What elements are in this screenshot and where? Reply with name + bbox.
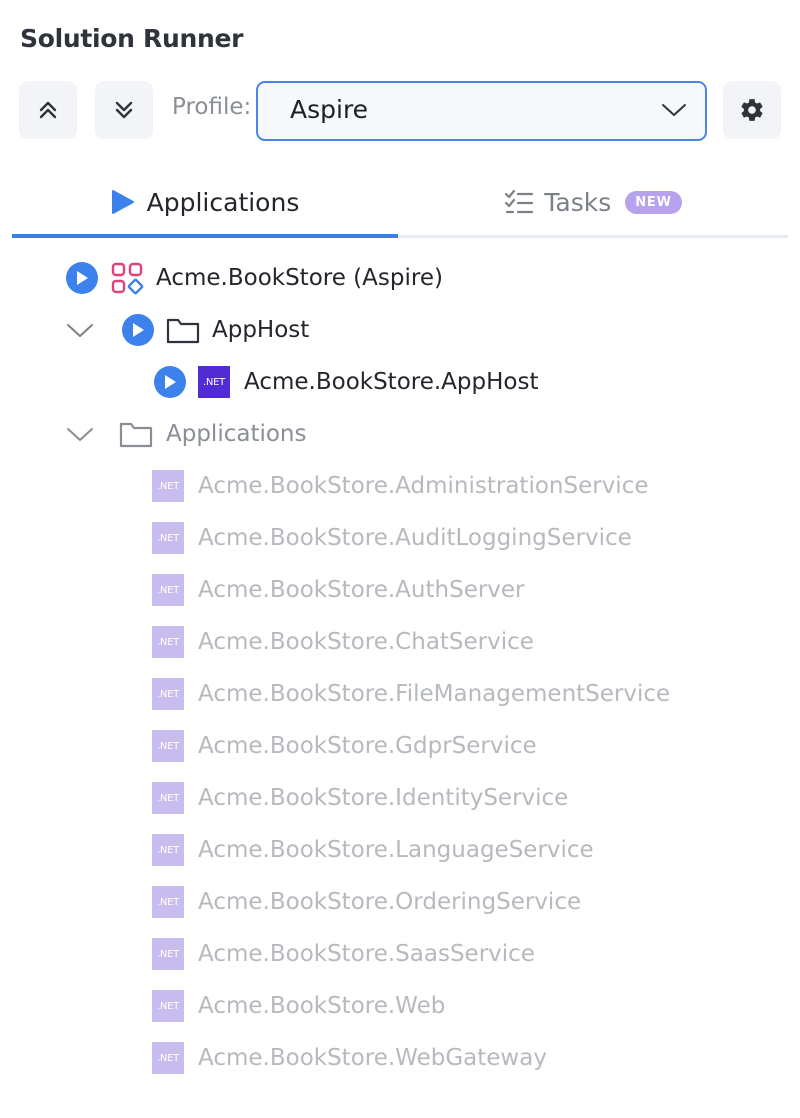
folder-icon [166,318,200,344]
dotnet-icon: .NET [152,522,184,554]
tree-item-apphost-folder[interactable]: AppHost [122,310,309,350]
double-chevron-down-icon [115,101,133,119]
list-item[interactable]: .NET Acme.BookStore.AuditLoggingService [152,518,632,558]
tree-item-label: AppHost [212,317,310,343]
tab-tasks[interactable]: Tasks NEW [398,170,788,234]
chevron-down-icon [662,104,686,116]
run-button[interactable] [154,366,186,398]
dotnet-icon: .NET [198,366,230,398]
dotnet-icon: .NET [152,626,184,658]
dotnet-icon: .NET [152,782,184,814]
tab-divider [398,235,788,238]
profile-select[interactable]: Aspire [256,81,707,141]
list-item[interactable]: .NET Acme.BookStore.AuthServer [152,570,525,610]
list-item-label: Acme.BookStore.FileManagementService [198,681,671,707]
list-item-label: Acme.BookStore.OrderingService [198,889,582,915]
run-button[interactable] [66,262,98,294]
play-icon [111,190,134,214]
dotnet-icon: .NET [152,678,184,710]
dotnet-icon: .NET [152,886,184,918]
list-item-label: Acme.BookStore.AdministrationService [198,473,649,499]
new-badge: NEW [625,190,682,214]
list-item[interactable]: .NET Acme.BookStore.OrderingService [152,882,581,922]
checklist-icon [505,189,534,214]
list-item[interactable]: .NET Acme.BookStore.SaasService [152,934,535,974]
tree-item-root[interactable]: Acme.BookStore (Aspire) [66,258,443,298]
list-item-label: Acme.BookStore.WebGateway [198,1045,547,1071]
profile-label: Profile: [172,94,252,120]
dotnet-icon: .NET [152,938,184,970]
play-icon [133,323,144,337]
list-item[interactable]: .NET Acme.BookStore.LanguageService [152,830,594,870]
dotnet-icon: .NET [152,470,184,502]
list-item[interactable]: .NET Acme.BookStore.IdentityService [152,778,568,818]
play-icon [77,271,88,285]
profile-select-value: Aspire [290,95,369,124]
list-item-label: Acme.BookStore.SaasService [198,941,535,967]
dotnet-icon: .NET [152,834,184,866]
list-item-label: Acme.BookStore.AuthServer [198,577,525,603]
dotnet-icon: .NET [152,990,184,1022]
chevron-down-icon[interactable] [66,322,94,340]
list-item-label: Acme.BookStore.Web [198,993,446,1019]
list-item[interactable]: .NET Acme.BookStore.Web [152,986,445,1026]
tab-applications-label: Applications [146,187,300,217]
list-item-label: Acme.BookStore.ChatService [198,629,534,655]
list-item-label: Acme.BookStore.LanguageService [198,837,594,863]
list-item-label: Acme.BookStore.AuditLoggingService [198,525,632,551]
tree-item-applications-folder[interactable]: Applications [119,414,307,454]
dotnet-icon: .NET [152,574,184,606]
collapse-all-button[interactable] [19,81,77,139]
panel-title: Solution Runner [20,24,244,53]
tab-applications[interactable]: Applications [12,170,398,234]
tree-item-label: Acme.BookStore.AppHost [244,369,539,395]
settings-button[interactable] [723,81,781,139]
list-item-label: Acme.BookStore.IdentityService [198,785,569,811]
list-item[interactable]: .NET Acme.BookStore.FileManagementServic… [152,674,670,714]
tree-item-label: Acme.BookStore (Aspire) [156,265,443,291]
list-item[interactable]: .NET Acme.BookStore.ChatService [152,622,534,662]
dotnet-icon: .NET [152,730,184,762]
list-item[interactable]: .NET Acme.BookStore.GdprService [152,726,537,766]
list-item[interactable]: .NET Acme.BookStore.AdministrationServic… [152,466,649,506]
expand-all-button[interactable] [95,81,153,139]
active-tab-indicator [12,234,398,238]
gear-icon [741,99,763,121]
dotnet-icon: .NET [152,1042,184,1074]
run-button[interactable] [122,314,154,346]
double-chevron-up-icon [39,101,57,119]
list-item[interactable]: .NET Acme.BookStore.WebGateway [152,1038,547,1078]
list-item-label: Acme.BookStore.GdprService [198,733,537,759]
play-icon [165,375,176,389]
tree-item-apphost-project[interactable]: .NET Acme.BookStore.AppHost [154,362,539,402]
chevron-down-icon[interactable] [66,426,94,444]
aspire-icon [111,262,144,295]
tree-item-label: Applications [166,421,307,447]
tab-tasks-label: Tasks [544,187,612,217]
folder-icon [119,422,153,448]
